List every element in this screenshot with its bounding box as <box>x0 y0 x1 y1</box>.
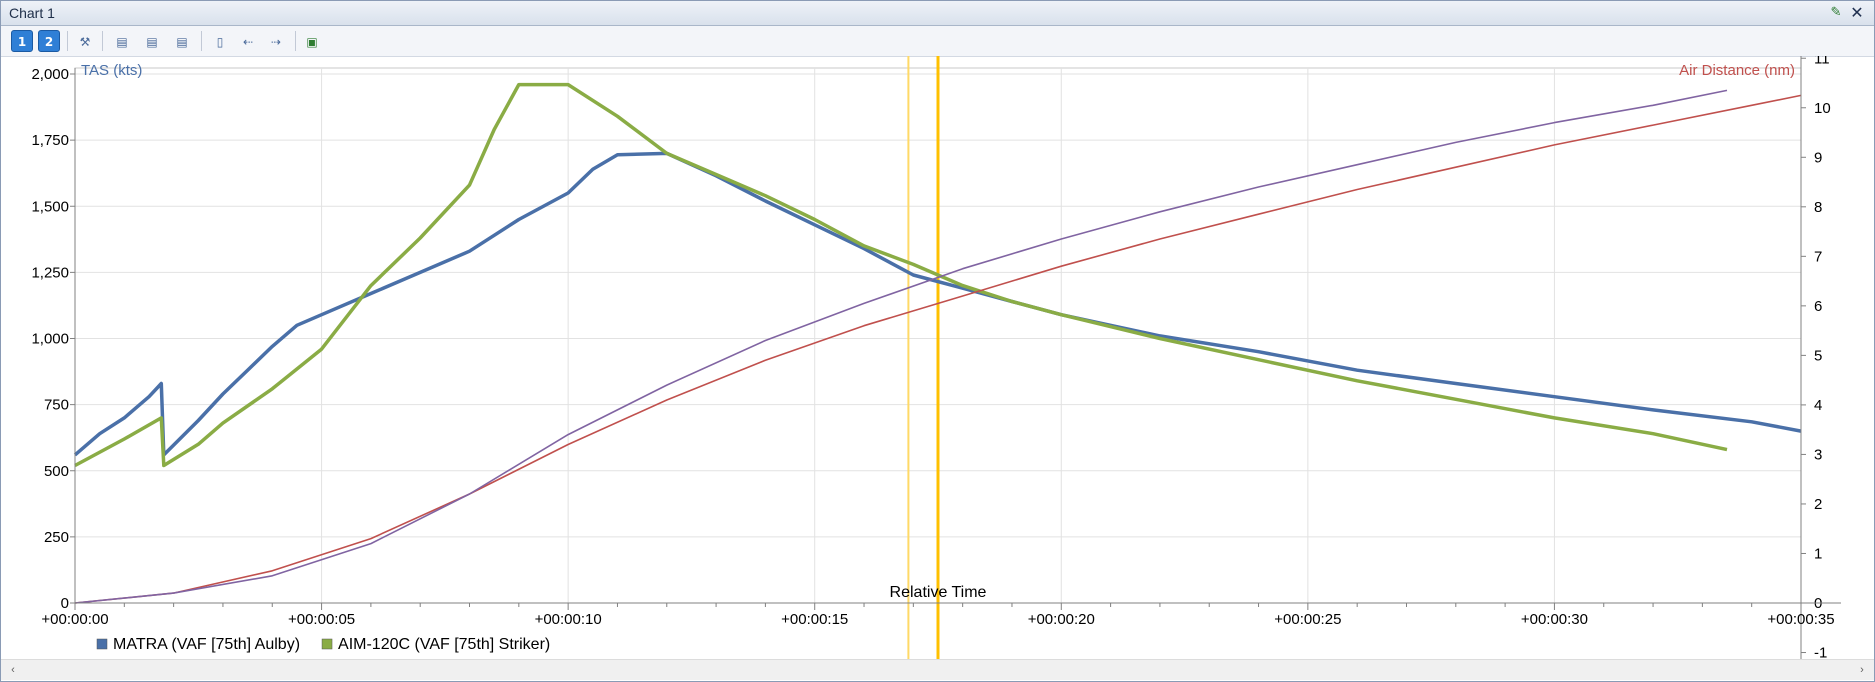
document-icon[interactable]: ▯ <box>209 30 231 52</box>
pane-1-button[interactable]: 1 <box>11 30 33 52</box>
x-axis-tick-label: +00:00:20 <box>1028 611 1095 628</box>
x-axis-label: Relative Time <box>890 584 987 601</box>
left-axis-tick-label: 250 <box>44 529 69 546</box>
toolbar-separator <box>102 31 103 51</box>
chart-layout-2-icon[interactable]: ▤ <box>141 30 163 52</box>
right-axis-tick-label: 8 <box>1814 199 1822 216</box>
left-axis-tick-label: 1,000 <box>31 331 69 348</box>
left-axis-label: TAS (kts) <box>81 62 142 79</box>
legend-item[interactable]: MATRA (VAF [75th] Aulby) <box>96 636 300 653</box>
pane-2-button[interactable]: 2 <box>38 30 60 52</box>
x-axis-tick-label: +00:00:25 <box>1274 611 1341 628</box>
left-axis-tick-label: 2,000 <box>31 66 69 83</box>
chart-area: 0 250 500 750 1,000 1,250 1,500 1,750 2,000 -1 0 1… <box>1 50 1874 664</box>
left-axis-tick-label: 1,500 <box>31 198 69 215</box>
left-axis-tick-label: 500 <box>44 463 69 480</box>
right-axis-label: Air Distance (nm) <box>1679 62 1795 79</box>
right-axis-tick-label: 1 <box>1814 545 1822 562</box>
x-axis-tick-label: +00:00:05 <box>288 611 355 628</box>
scroll-left-arrow[interactable]: ‹ <box>5 662 21 678</box>
x-axis-tick-label: +00:00:10 <box>535 611 602 628</box>
right-axis-tick-label: 5 <box>1814 347 1822 364</box>
add-series-icon[interactable]: ⇢ <box>265 30 287 52</box>
legend: MATRA (VAF [75th] Aulby) AIM-120C (VAF [7… <box>96 636 550 653</box>
remove-series-icon[interactable]: ⇠ <box>237 30 259 52</box>
left-axis-tick-label: 1,750 <box>31 132 69 149</box>
legend-label: MATRA (VAF [75th] Aulby) <box>113 636 300 653</box>
title-bar: Chart 1 ✎ ✕ <box>1 1 1874 26</box>
left-axis-tick-label: 750 <box>44 397 69 414</box>
toolbar-separator <box>295 31 296 51</box>
x-axis-tick-label: +00:00:15 <box>781 611 848 628</box>
legend-swatch <box>96 638 108 650</box>
toolbar-separator <box>67 31 68 51</box>
right-axis-tick-label: 2 <box>1814 496 1822 513</box>
right-axis-tick-label: -1 <box>1814 645 1827 659</box>
horizontal-scrollbar[interactable]: ‹ › <box>1 659 1874 680</box>
scroll-right-arrow[interactable]: › <box>1854 662 1870 678</box>
toolbar-separator <box>201 31 202 51</box>
chart-toolbar: 1 2 ⚒ ▤ ▤ ▤ ▯ ⇠ ⇢ ▣ <box>1 26 1874 57</box>
chart-layout-3-icon[interactable]: ▤ <box>171 30 193 52</box>
wand-icon[interactable]: ⚒ <box>74 30 96 52</box>
legend-item[interactable]: AIM-120C (VAF [75th] Striker) <box>321 636 550 653</box>
right-axis-tick-label: 4 <box>1814 397 1822 414</box>
window-title: Chart 1 <box>9 5 55 21</box>
chart-layout-1-icon[interactable]: ▤ <box>111 30 133 52</box>
chart-window: Chart 1 ✎ ✕ 1 2 ⚒ ▤ ▤ ▤ ▯ ⇠ ⇢ ▣ 0 250 500 7… <box>0 0 1875 682</box>
right-axis-tick-label: 3 <box>1814 446 1822 463</box>
left-axis-tick-label: 1,250 <box>31 264 69 281</box>
right-axis-tick-label: 9 <box>1814 149 1822 166</box>
right-axis-tick-label: 6 <box>1814 298 1822 315</box>
right-axis-tick-label: 11 <box>1814 56 1830 67</box>
pin-icon[interactable]: ✎ <box>1828 4 1844 20</box>
line-chart: 02505007501,0001,2501,5001,7502,000 -101… <box>31 50 1841 662</box>
x-axis-tick-label: +00:00:35 <box>1767 611 1834 628</box>
export-excel-icon[interactable]: ▣ <box>301 30 323 52</box>
right-axis-tick-label: 7 <box>1814 248 1822 265</box>
right-axis-tick-label: 10 <box>1814 100 1831 117</box>
close-icon[interactable]: ✕ <box>1848 3 1866 22</box>
legend-label: AIM-120C (VAF [75th] Striker) <box>338 636 550 653</box>
x-axis-tick-label: +00:00:00 <box>41 611 108 628</box>
legend-swatch <box>321 638 333 650</box>
left-axis-tick-label: 0 <box>61 595 69 612</box>
x-axis-tick-label: +00:00:30 <box>1521 611 1588 628</box>
